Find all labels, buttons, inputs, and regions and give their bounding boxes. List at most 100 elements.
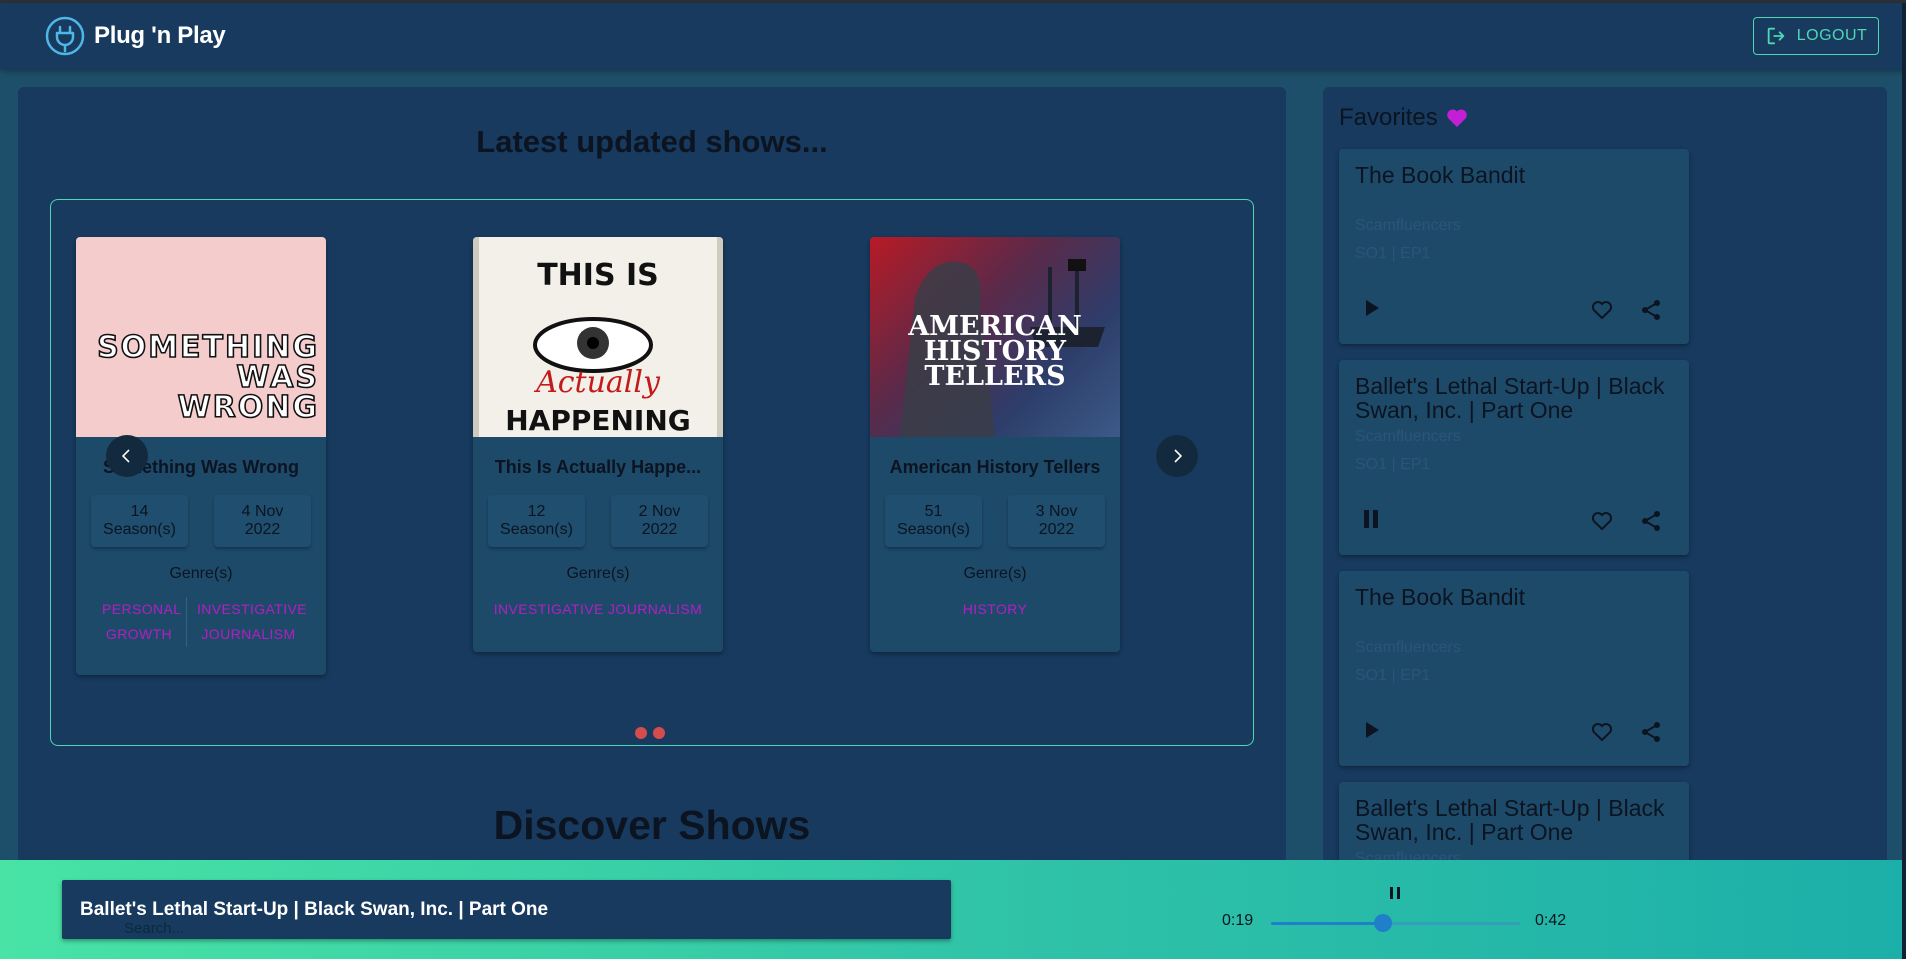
page-dot[interactable]	[653, 727, 665, 739]
favorites-header: Favorites	[1339, 104, 1468, 132]
chevron-right-icon	[1174, 449, 1183, 463]
genre-label: Genre(s)	[169, 565, 233, 582]
genre-label: Genre(s)	[963, 565, 1027, 582]
total-duration: 0:42	[1535, 912, 1567, 929]
audio-player-bar: Ballet's Lethal Start-Up | Black Swan, I…	[0, 860, 1906, 959]
pause-button[interactable]	[1357, 505, 1385, 533]
share-icon	[1642, 722, 1660, 742]
heart-outline-icon	[1591, 301, 1613, 320]
season-count: 12 Season(s)	[488, 495, 585, 547]
favorite-button[interactable]	[1589, 297, 1615, 323]
cover-text-line: HAPPENING	[505, 404, 691, 437]
show-title: American History Tellers	[889, 457, 1101, 477]
show-cover: SOMETHING WAS WRONG	[76, 237, 326, 437]
share-button[interactable]	[1638, 719, 1664, 745]
play-icon	[1366, 722, 1379, 738]
favorite-episode-card[interactable]: The Book Bandit Scamfluencers SO1 | EP1	[1339, 571, 1689, 766]
episode-number: SO1 | EP1	[1355, 456, 1431, 473]
pause-icon	[1364, 510, 1378, 528]
updated-date-day: 2 Nov	[638, 503, 681, 520]
genre-label: Genre(s)	[566, 565, 630, 582]
show-title: This Is Actually Happe...	[494, 457, 702, 477]
carousel-next-button[interactable]	[1156, 435, 1198, 477]
latest-shows-carousel: SOMETHING WAS WRONG Something Was Wrong …	[50, 199, 1254, 746]
favorite-button[interactable]	[1589, 719, 1615, 745]
updated-date-day: 3 Nov	[1035, 503, 1078, 520]
heart-icon	[1446, 109, 1467, 127]
favorite-episode-card[interactable]: The Book Bandit Scamfluencers SO1 | EP1	[1339, 149, 1689, 344]
favorite-button[interactable]	[1589, 508, 1615, 534]
season-count-unit: Season(s)	[103, 521, 176, 538]
plug-logo-icon	[45, 16, 85, 56]
share-icon	[1642, 511, 1660, 531]
updated-date-year: 2022	[1038, 521, 1075, 538]
genre-tag[interactable]: PERSONAL GROWTH	[92, 597, 186, 647]
episode-title: Ballet's Lethal Start-Up | Black Swan, I…	[1355, 373, 1665, 423]
show-card[interactable]: THIS IS Actually HAPPENING This Is Actua…	[473, 237, 723, 652]
now-playing-box: Ballet's Lethal Start-Up | Black Swan, I…	[62, 880, 951, 939]
season-count-value: 12	[527, 503, 546, 520]
show-cover: AMERICAN HISTORY TELLERS	[870, 237, 1120, 437]
page-dot[interactable]	[635, 727, 647, 739]
logout-button[interactable]: LOGOUT	[1753, 17, 1879, 55]
carousel-prev-button[interactable]	[106, 435, 148, 477]
favorites-panel: Favorites The Book Bandit Scamfluencers …	[1323, 87, 1887, 959]
updated-date-year: 2022	[641, 521, 678, 538]
main-panel: Latest updated shows... SOMETHING WAS WR…	[18, 87, 1286, 959]
episode-number: SO1 | EP1	[1355, 667, 1431, 684]
episode-number: SO1 | EP1	[1355, 245, 1431, 262]
window-right-edge	[1902, 3, 1906, 959]
genre-tag[interactable]: INVESTIGATIVE JOURNALISM	[186, 597, 310, 647]
discover-shows-heading: Discover Shows	[493, 802, 811, 848]
favorites-title: Favorites	[1339, 104, 1438, 131]
episode-show: Scamfluencers	[1355, 217, 1461, 234]
favorite-episode-card[interactable]: Ballet's Lethal Start-Up | Black Swan, I…	[1339, 360, 1689, 555]
season-count-unit: Season(s)	[500, 521, 573, 538]
player-pause-button[interactable]	[1386, 884, 1404, 902]
share-button[interactable]	[1638, 508, 1664, 534]
genre-tag[interactable]: INVESTIGATIVE JOURNALISM	[484, 597, 713, 622]
show-cover: THIS IS Actually HAPPENING	[473, 237, 723, 437]
share-button[interactable]	[1638, 297, 1664, 323]
cover-art: THIS IS Actually HAPPENING	[473, 237, 723, 437]
season-count-value: 51	[924, 503, 943, 520]
cover-text-line: THIS IS	[537, 258, 659, 293]
episode-title: The Book Bandit	[1355, 584, 1526, 610]
pause-icon	[1390, 887, 1400, 899]
logout-icon	[1767, 27, 1784, 45]
slider-thumb[interactable]	[1374, 914, 1393, 932]
app-bar: Plug 'n Play LOGOUT	[0, 3, 1906, 69]
logout-label: LOGOUT	[1796, 27, 1868, 44]
season-count-unit: Season(s)	[897, 521, 970, 538]
play-icon	[1366, 300, 1379, 316]
heart-outline-icon	[1591, 512, 1613, 531]
updated-date-year: 2022	[244, 521, 281, 538]
updated-date-day: 4 Nov	[241, 503, 284, 520]
cover-text-line: Actually	[533, 365, 661, 400]
now-playing-title: Ballet's Lethal Start-Up | Black Swan, I…	[80, 899, 549, 920]
play-button[interactable]	[1357, 294, 1385, 322]
updated-date: 3 Nov 2022	[1008, 495, 1105, 547]
slider-fill	[1271, 922, 1384, 925]
episode-show: Scamfluencers	[1355, 639, 1461, 656]
cover-text-line: TELLERS	[924, 361, 1065, 392]
cover-text-line: WRONG	[178, 390, 319, 425]
season-count: 14 Season(s)	[91, 495, 188, 547]
chevron-left-icon	[121, 449, 130, 463]
latest-shows-heading: Latest updated shows...	[476, 124, 828, 159]
app-title: Plug 'n Play	[94, 22, 226, 49]
season-count: 51 Season(s)	[885, 495, 982, 547]
progress-slider[interactable]	[1271, 914, 1520, 932]
search-input[interactable]	[124, 920, 524, 937]
genre-tag[interactable]: HISTORY	[953, 597, 1038, 622]
episode-show: Scamfluencers	[1355, 428, 1461, 445]
episode-title: The Book Bandit	[1355, 162, 1526, 188]
updated-date: 2 Nov 2022	[611, 495, 708, 547]
updated-date: 4 Nov 2022	[214, 495, 311, 547]
play-button[interactable]	[1357, 716, 1385, 744]
episode-title: Ballet's Lethal Start-Up | Black Swan, I…	[1355, 795, 1665, 845]
cover-art: AMERICAN HISTORY TELLERS	[900, 259, 1105, 437]
cover-art: SOMETHING WAS WRONG	[96, 329, 319, 426]
heart-outline-icon	[1591, 723, 1613, 742]
show-card[interactable]: AMERICAN HISTORY TELLERS American Histor…	[870, 237, 1120, 652]
